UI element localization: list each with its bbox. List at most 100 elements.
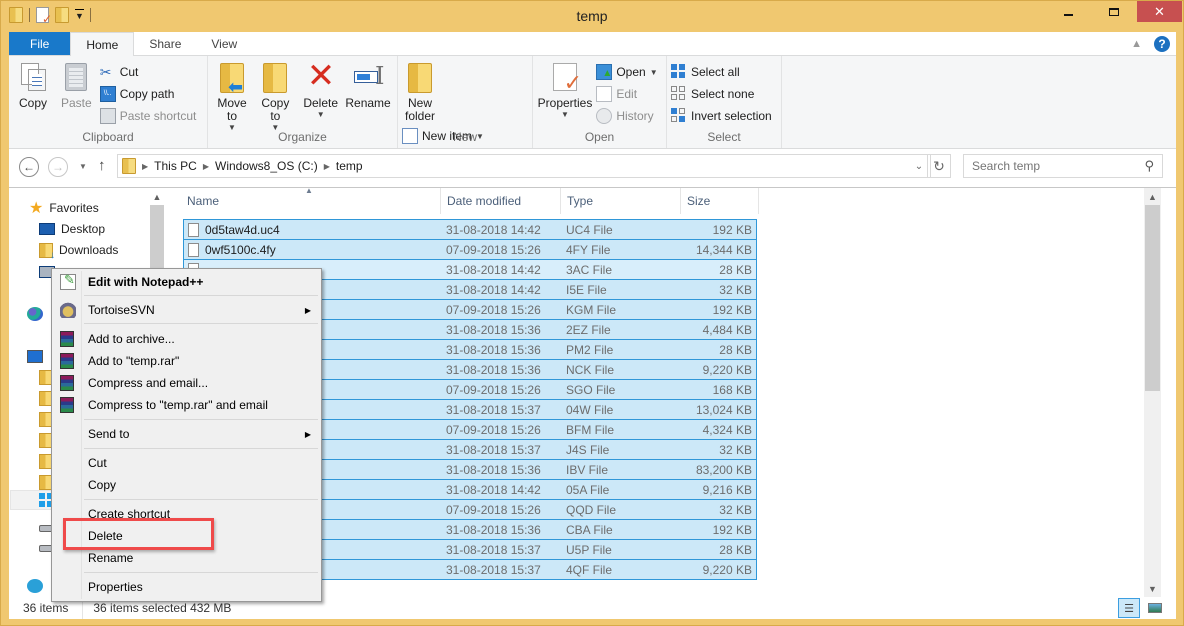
menu-item-rename[interactable]: Rename — [54, 547, 319, 569]
file-type: I5E File — [566, 282, 607, 297]
scroll-up-icon[interactable]: ▲ — [150, 188, 164, 205]
copy-path-button[interactable]: \\.. Copy path — [99, 85, 197, 103]
organize-group: ⬅ Move to ▼ Copy to ▼ ✕ Delete ▼ Rename … — [208, 56, 398, 148]
open-button[interactable]: Open ▼ — [596, 63, 658, 81]
edit-button[interactable]: Edit — [596, 85, 657, 103]
breadcrumb-temp[interactable]: temp — [336, 159, 363, 173]
menu-item-compress-and-email[interactable]: Compress and email... — [54, 372, 319, 394]
select-all-button[interactable]: Select all — [671, 63, 772, 81]
search-icon[interactable]: ⚲ — [1144, 158, 1154, 174]
menu-item-send-to[interactable]: Send to ▶ — [54, 423, 319, 445]
breadcrumb-this-pc[interactable]: This PC — [154, 159, 197, 173]
file-row[interactable]: 0d5taw4d.uc4 31-08-2018 14:42 UC4 File 192 … — [183, 219, 757, 240]
menu-item-edit-with-notepad[interactable]: Edit with Notepad++ — [54, 271, 319, 293]
properties-icon — [549, 61, 582, 96]
winrar-icon — [60, 397, 74, 413]
menu-item-label: Cut — [88, 456, 107, 470]
breadcrumb-separator-icon[interactable]: ▶ — [203, 162, 209, 171]
group-label: Clipboard — [82, 130, 134, 144]
window-controls: ✕ — [1045, 1, 1182, 22]
nav-desktop[interactable]: Desktop — [39, 219, 105, 239]
context-menu: Edit with Notepad++ TortoiseSVN ▶ Add to ar… — [51, 268, 322, 602]
move-to-button[interactable]: ⬅ Move to ▼ — [212, 59, 252, 132]
close-button[interactable]: ✕ — [1137, 1, 1182, 22]
address-bar[interactable]: ▶ This PC ▶ Windows8_OS (C:) ▶ temp ⌄ — [117, 154, 931, 178]
tab-home[interactable]: Home — [70, 32, 135, 56]
file-row[interactable]: 0wf5100c.4fy 07-09-2018 15:26 4FY File 14,3… — [183, 239, 757, 260]
breadcrumb-drive[interactable]: Windows8_OS (C:) — [215, 159, 318, 173]
file-size: 192 KB — [712, 222, 752, 237]
menu-item-add-to-archive[interactable]: Add to archive... — [54, 328, 319, 350]
new-folder-button[interactable]: New folder — [402, 59, 438, 123]
nav-network[interactable] — [27, 576, 43, 596]
file-date: 31-08-2018 15:37 — [446, 562, 541, 577]
tab-file[interactable]: File — [9, 32, 71, 55]
breadcrumb-separator-icon[interactable]: ▶ — [324, 162, 330, 171]
menu-item-create-shortcut[interactable]: Create shortcut — [54, 503, 319, 525]
file-date: 07-09-2018 15:26 — [446, 382, 541, 397]
invert-selection-button[interactable]: Invert selection — [671, 107, 772, 125]
file-date: 31-08-2018 14:42 — [446, 482, 541, 497]
large-icons-view-button[interactable] — [1144, 598, 1166, 618]
menu-item-label: Add to "temp.rar" — [88, 354, 180, 368]
help-icon[interactable]: ? — [1154, 35, 1170, 52]
menu-item-delete[interactable]: Delete — [54, 525, 319, 547]
nav-homegroup[interactable] — [27, 304, 43, 324]
nav-this-pc[interactable] — [27, 346, 43, 366]
file-icon — [188, 242, 199, 257]
file-size: 28 KB — [719, 542, 752, 557]
up-button[interactable]: ↑ — [98, 157, 106, 174]
delete-button[interactable]: ✕ Delete ▼ — [299, 59, 343, 119]
back-button[interactable]: ← — [19, 157, 39, 177]
menu-item-compress-to-temp-rar-and-email[interactable]: Compress to "temp.rar" and email — [54, 394, 319, 416]
copy-to-button[interactable]: Copy to ▼ — [255, 59, 295, 132]
breadcrumb-separator-icon[interactable]: ▶ — [142, 162, 148, 171]
minimize-button[interactable] — [1045, 1, 1091, 22]
history-button[interactable]: History — [596, 107, 657, 125]
scrollbar-thumb[interactable] — [1145, 205, 1160, 391]
move-to-icon: ⬅ — [216, 61, 248, 97]
menu-item-copy[interactable]: Copy — [54, 474, 319, 496]
file-type: 4FY File — [566, 242, 611, 257]
details-view-button[interactable]: ☰ — [1118, 598, 1140, 618]
copy-button[interactable]: Copy — [13, 59, 53, 110]
refresh-button[interactable]: ↻ — [927, 154, 951, 178]
menu-item-label: Copy — [88, 478, 117, 492]
properties-button[interactable]: Properties ▼ — [537, 59, 593, 119]
column-header-type[interactable]: Type — [561, 188, 681, 214]
scroll-down-icon[interactable]: ▼ — [1144, 580, 1161, 597]
menu-separator — [84, 448, 318, 449]
paste-button[interactable]: Paste — [56, 59, 96, 110]
menu-item-tortoisesvn[interactable]: TortoiseSVN ▶ — [54, 299, 319, 321]
maximize-button[interactable] — [1091, 1, 1137, 22]
minimize-ribbon-icon[interactable]: ▲ — [1131, 38, 1142, 50]
menu-item-label: Send to — [88, 427, 130, 441]
scroll-up-icon[interactable]: ▲ — [1144, 188, 1161, 205]
column-header-size[interactable]: Size — [681, 188, 759, 214]
navigation-bar: ← → ▼ ↑ ▶ This PC ▶ Windows8_OS (C:) ▶ t… — [9, 149, 1176, 187]
paste-shortcut-button[interactable]: Paste shortcut — [99, 107, 196, 125]
column-header-date[interactable]: Date modified — [441, 188, 561, 214]
rename-button[interactable]: Rename — [345, 59, 390, 110]
file-list-scrollbar[interactable]: ▲ ▼ — [1144, 188, 1161, 597]
file-size: 9,220 KB — [702, 362, 752, 377]
search-input[interactable] — [972, 159, 1132, 173]
menu-item-label: Delete — [88, 529, 123, 543]
tab-view[interactable]: View — [196, 32, 252, 55]
menu-item-cut[interactable]: Cut — [54, 452, 319, 474]
file-type: 2EZ File — [566, 322, 611, 337]
menu-item-add-to-temp-rar[interactable]: Add to "temp.rar" — [54, 350, 319, 372]
select-none-button[interactable]: Select none — [671, 85, 772, 103]
cut-button[interactable]: ✂ Cut — [100, 63, 197, 81]
file-size: 14,344 KB — [695, 242, 752, 257]
search-box[interactable]: ⚲ — [963, 154, 1163, 178]
tab-share[interactable]: Share — [134, 32, 196, 55]
forward-button[interactable]: → — [48, 157, 68, 177]
recent-locations-dropdown-icon[interactable]: ▼ — [79, 162, 87, 171]
menu-item-properties[interactable]: Properties — [54, 576, 319, 598]
nav-downloads[interactable]: Downloads — [39, 240, 118, 261]
column-header-name[interactable]: Name — [181, 188, 441, 214]
nav-favorites[interactable]: ★ Favorites — [29, 198, 99, 218]
new-folder-icon — [404, 61, 436, 93]
file-date: 07-09-2018 15:26 — [446, 302, 541, 317]
